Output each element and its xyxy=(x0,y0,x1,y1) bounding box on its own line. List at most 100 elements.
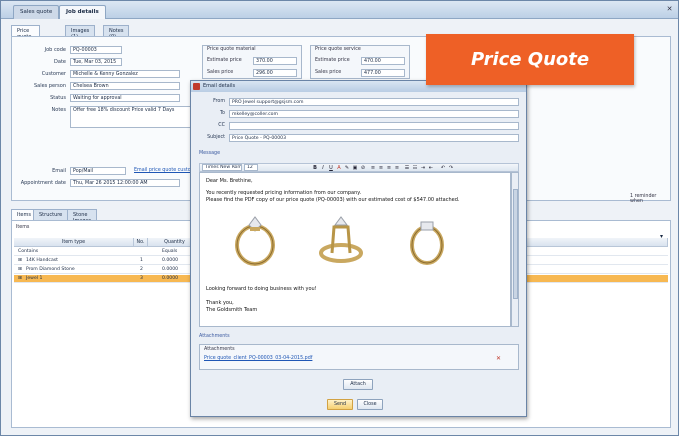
sales-price-label: Sales price xyxy=(207,70,234,75)
price-group-service: Price quote service Estimate price 470.0… xyxy=(310,45,410,79)
appointment-label: Appointment date xyxy=(20,180,66,186)
price-group-service-title: Price quote service xyxy=(315,47,361,52)
customer-label: Customer xyxy=(41,71,66,77)
filter-item-type[interactable]: Contains xyxy=(18,248,38,256)
subject-field[interactable]: Price Quote - PQ-00003 xyxy=(229,134,519,142)
email-label: Email xyxy=(52,168,66,174)
redo-icon[interactable]: ↷ xyxy=(448,165,454,171)
from-field[interactable]: PRO Jewel support@gsjsm.com xyxy=(229,98,519,106)
job-code-label: Job code xyxy=(44,47,66,53)
remove-attachment-icon[interactable]: ✕ xyxy=(496,355,501,362)
bullet-list-icon[interactable]: ☰ xyxy=(404,165,410,171)
send-button[interactable]: Send xyxy=(327,399,353,410)
sales-person-field[interactable]: Chelsea Brown xyxy=(70,82,180,90)
attachments-box: Attachments Price quote_client_PQ-00003_… xyxy=(199,344,519,370)
estimate-price-field[interactable]: 370.00 xyxy=(253,57,297,65)
body-greeting: Dear Ms. Brethine, xyxy=(206,178,253,184)
body-line-1: You recently requested pricing informati… xyxy=(206,190,362,196)
tab-job-details[interactable]: Job details xyxy=(59,5,106,19)
item-name: 14K Handcast xyxy=(26,258,58,263)
item-no: 2 xyxy=(140,267,143,272)
estimate-price-label-2: Estimate price xyxy=(315,58,350,63)
align-center-icon[interactable]: ≡ xyxy=(378,165,384,171)
align-right-icon[interactable]: ≡ xyxy=(386,165,392,171)
outdent-icon[interactable]: ⇤ xyxy=(428,165,434,171)
dialog-title: Email details xyxy=(203,83,236,89)
column-header-no[interactable]: No. xyxy=(134,238,148,247)
filter-quantity[interactable]: Equals xyxy=(162,248,177,256)
from-label: From xyxy=(213,99,225,104)
email-field[interactable]: Pop/Mail xyxy=(70,167,126,175)
to-label: To xyxy=(219,111,225,116)
email-icon xyxy=(193,83,200,90)
body-line-3: Looking forward to doing business with y… xyxy=(206,286,317,292)
image-icon[interactable]: ▣ xyxy=(352,165,358,171)
number-list-icon[interactable]: ☷ xyxy=(412,165,418,171)
justify-icon[interactable]: ≡ xyxy=(394,165,400,171)
attachments-group-title: Attachments xyxy=(204,347,235,352)
attachments-label: Attachments xyxy=(199,334,230,339)
estimate-price-label: Estimate price xyxy=(207,58,242,63)
item-qty: 0.0000 xyxy=(162,276,179,281)
message-editor[interactable]: Dear Ms. Brethine, You recently requeste… xyxy=(199,172,511,327)
expand-icon[interactable]: ⊞ xyxy=(18,266,22,274)
price-group-material-title: Price quote material xyxy=(207,47,256,52)
cc-field[interactable] xyxy=(229,122,519,130)
link-icon[interactable]: ⊘ xyxy=(360,165,366,171)
window-tab-strip: Sales quote Job details ✕ xyxy=(1,1,678,19)
editor-toolbar: Times New Roman 12 B I U A ✎ ▣ ⊘ ≡ ≡ ≡ ≡… xyxy=(199,163,519,172)
status-field[interactable]: Waiting for approval xyxy=(70,94,180,102)
indent-icon[interactable]: ⇥ xyxy=(420,165,426,171)
price-quote-banner: Price Quote xyxy=(426,34,634,85)
subject-label: Subject xyxy=(207,135,225,140)
item-name: Prom Diamond Stone xyxy=(26,267,75,272)
sales-price-label-2: Sales price xyxy=(315,70,342,75)
status-label: Status xyxy=(50,95,66,101)
tab-sales-quote[interactable]: Sales quote xyxy=(13,5,60,19)
item-qty: 0.0000 xyxy=(162,258,179,263)
job-code-field[interactable]: PQ-00003 xyxy=(70,46,122,54)
highlight-icon[interactable]: ✎ xyxy=(344,165,350,171)
sales-price-field[interactable]: 296.00 xyxy=(253,69,297,77)
appointment-field[interactable]: Thu, Mar 26 2015 12:00:00 AM xyxy=(70,179,180,187)
italic-icon[interactable]: I xyxy=(320,165,326,171)
attach-button[interactable]: Attach xyxy=(343,379,373,390)
expand-icon[interactable]: ⊞ xyxy=(18,275,22,283)
customer-field[interactable]: Michelle & Kenny Gonzalez xyxy=(70,70,180,78)
underline-icon[interactable]: U xyxy=(328,165,334,171)
item-no: 1 xyxy=(140,258,143,263)
to-field[interactable]: mkelley@coller.com xyxy=(229,110,519,118)
body-closing-1: Thank you, xyxy=(206,300,234,306)
message-label: Message xyxy=(199,151,221,156)
date-label: Date xyxy=(54,59,66,65)
font-size-select[interactable]: 12 xyxy=(244,164,258,171)
notes-field[interactable]: Offer free 18% discount Price valid 7 Da… xyxy=(70,106,196,128)
price-group-material: Price quote material Estimate price 370.… xyxy=(202,45,302,79)
item-no: 3 xyxy=(140,276,143,281)
bold-icon[interactable]: B xyxy=(312,165,318,171)
font-name-select[interactable]: Times New Roman xyxy=(202,164,242,171)
close-button[interactable]: Close xyxy=(357,399,383,410)
sales-price-field-2[interactable]: 477.00 xyxy=(361,69,405,77)
items-section-label: Items xyxy=(16,225,30,230)
font-color-icon[interactable]: A xyxy=(336,165,342,171)
editor-scrollbar[interactable] xyxy=(511,172,519,327)
ring-image-3 xyxy=(410,221,444,265)
email-dialog: Email details From PRO Jewel support@gsj… xyxy=(190,80,527,417)
notes-label: Notes xyxy=(51,107,66,113)
ring-image-2 xyxy=(319,216,363,263)
estimate-price-field-2[interactable]: 470.00 xyxy=(361,57,405,65)
date-field[interactable]: Tue, Mar 03, 2015 xyxy=(70,58,122,66)
email-price-quote-link[interactable]: Email price quote custo... xyxy=(134,168,195,173)
column-header-item-type[interactable]: Item type xyxy=(14,238,134,247)
ring-image-1 xyxy=(235,216,275,266)
expand-icon[interactable]: ⊞ xyxy=(18,257,22,265)
undo-icon[interactable]: ↶ xyxy=(440,165,446,171)
body-line-2: Please find the PDF copy of our price qu… xyxy=(206,197,460,203)
editor-scrollbar-thumb[interactable] xyxy=(513,189,518,299)
close-icon[interactable]: ✕ xyxy=(664,4,675,15)
attachment-file-link[interactable]: Price quote_client_PQ-00003_03-04-2015.p… xyxy=(204,356,312,361)
item-qty: 0.0000 xyxy=(162,267,179,272)
reminder-text: 1 reminder when xyxy=(630,194,657,204)
align-left-icon[interactable]: ≡ xyxy=(370,165,376,171)
